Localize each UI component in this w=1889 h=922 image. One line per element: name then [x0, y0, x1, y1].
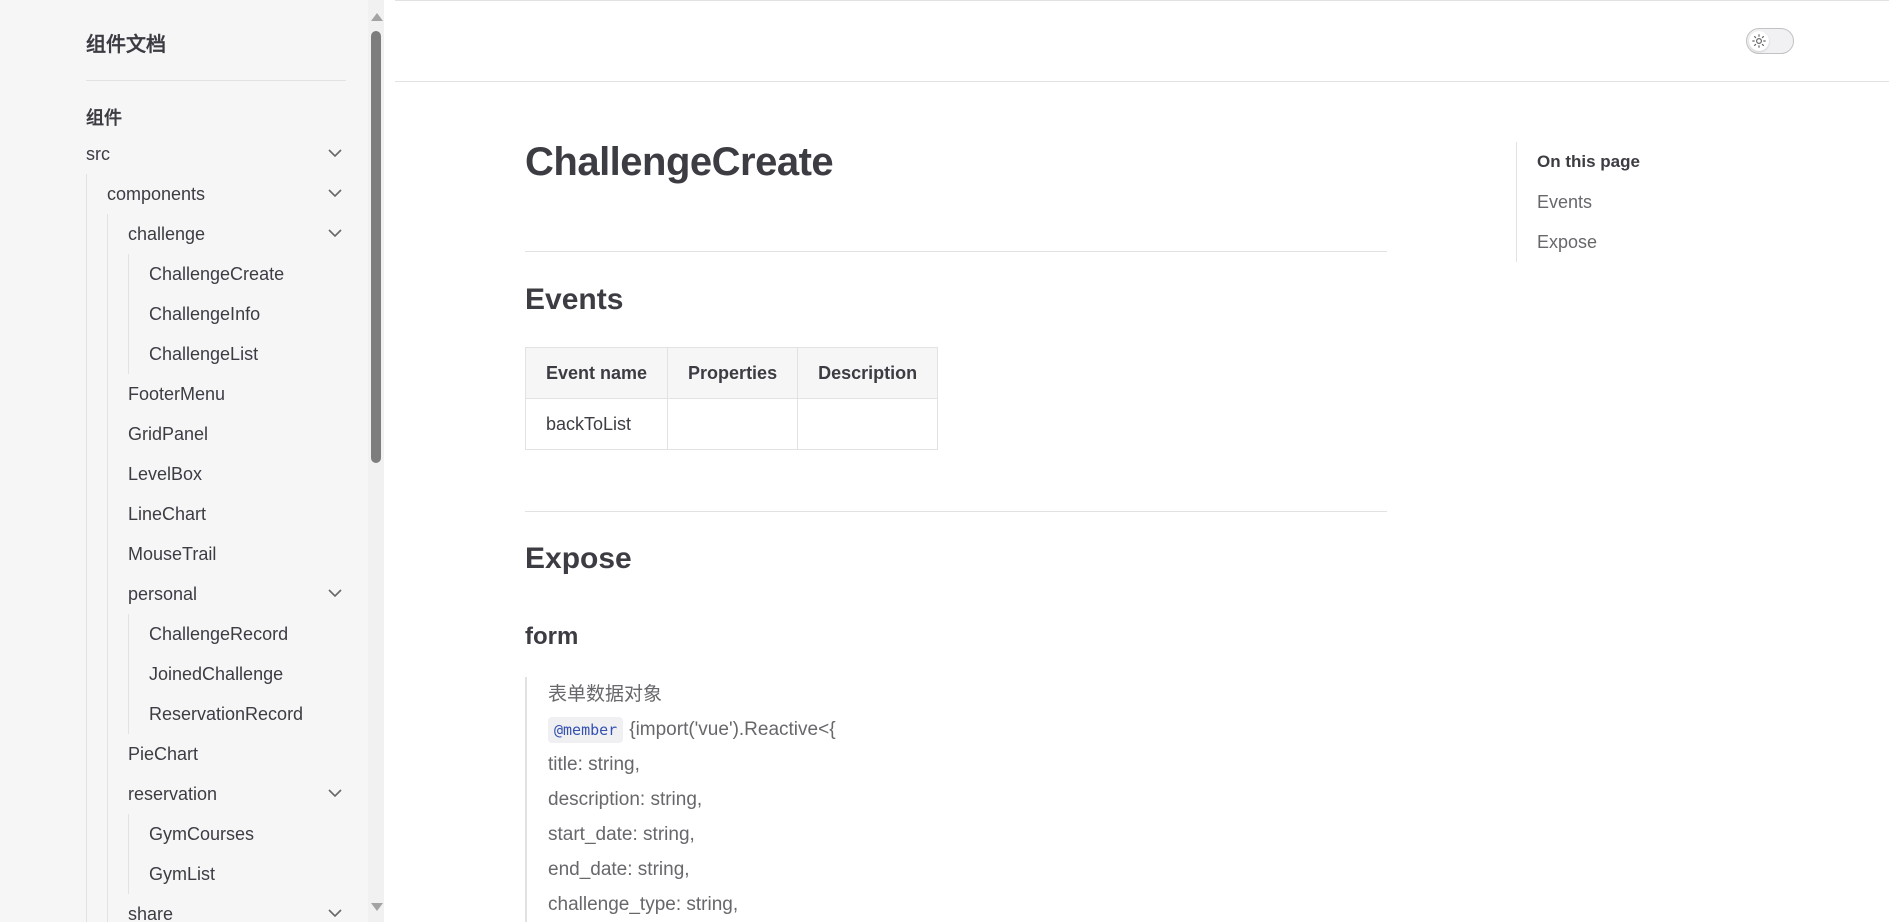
section-divider	[525, 511, 1387, 512]
field-line: title: string,	[548, 754, 640, 775]
sidebar-item-label: reservation	[128, 784, 218, 804]
sidebar-item-gridpanel[interactable]: GridPanel	[128, 414, 208, 454]
field-line: description: string,	[548, 789, 703, 810]
sidebar-item-challengecreate[interactable]: ChallengeCreate	[149, 254, 284, 294]
events-table: Event name Properties Description backTo…	[524, 347, 939, 450]
sidebar-item-footermenu[interactable]: FooterMenu	[128, 374, 225, 414]
nav-guide-reservation	[128, 814, 129, 894]
chevron-down-icon[interactable]	[328, 188, 342, 198]
sidebar-item-gymcourses[interactable]: GymCourses	[149, 814, 254, 854]
sidebar-item-label: PieChart	[128, 744, 199, 764]
sidebar-item-label: challenge	[128, 224, 206, 244]
table-cell: backToList	[524, 398, 669, 450]
sidebar: 组件文档 组件 src components challenge Challen…	[0, 0, 368, 922]
toggle-knob	[1749, 31, 1769, 51]
form-heading: form	[525, 623, 579, 650]
sidebar-item-label: ChallengeRecord	[149, 624, 289, 644]
sidebar-item-label: GridPanel	[128, 424, 209, 444]
nav-guide-personal	[128, 614, 129, 734]
table-header-cell: Event name	[524, 347, 669, 399]
sidebar-item-label: share	[128, 904, 174, 922]
sidebar-item-joinedchallenge[interactable]: JoinedChallenge	[149, 654, 283, 694]
scroll-down-arrow-icon[interactable]	[371, 903, 383, 911]
outline-link-events[interactable]: Events	[1537, 182, 1737, 222]
outline-link-expose[interactable]: Expose	[1537, 222, 1737, 262]
sidebar-item-label: FooterMenu	[128, 384, 226, 404]
nav-guide-src	[86, 174, 87, 922]
sidebar-section-title: 组件	[86, 108, 122, 128]
sidebar-item-label: LineChart	[128, 504, 207, 524]
sidebar-item-reservationrecord[interactable]: ReservationRecord	[149, 694, 303, 734]
sidebar-item-label: personal	[128, 584, 198, 604]
sidebar-item-mousetrail[interactable]: MouseTrail	[128, 534, 216, 574]
table-header-row: Event name Properties Description	[524, 347, 939, 399]
sidebar-item-label: JoinedChallenge	[149, 664, 284, 684]
sidebar-item-label: components	[107, 184, 206, 204]
scroll-up-arrow-icon[interactable]	[371, 13, 383, 21]
field-line: challenge_type: string,	[548, 894, 739, 915]
form-doc-blockquote: 表单数据对象 @member {import('vue').Reactive<{ …	[525, 677, 1048, 922]
field-line: end_date: string,	[548, 859, 690, 880]
sidebar-item-src[interactable]: src	[86, 134, 342, 174]
sidebar-item-label: ChallengeCreate	[149, 264, 285, 284]
sidebar-item-label: LevelBox	[128, 464, 203, 484]
field-line: start_date: string,	[548, 824, 695, 845]
sidebar-item-challengeinfo[interactable]: ChallengeInfo	[149, 294, 260, 334]
sidebar-item-label: ReservationRecord	[149, 704, 304, 724]
sidebar-item-share[interactable]: share	[128, 894, 342, 922]
sidebar-item-challenge[interactable]: challenge	[128, 214, 342, 254]
member-code-tag: @member	[548, 716, 624, 743]
nav-guide-challenge	[128, 254, 129, 374]
sidebar-item-label: MouseTrail	[128, 544, 217, 564]
sidebar-divider	[86, 80, 346, 81]
member-line: @member {import('vue').Reactive<{	[548, 712, 1048, 747]
sidebar-item-linechart[interactable]: LineChart	[128, 494, 206, 534]
site-title[interactable]: 组件文档	[86, 28, 166, 57]
sidebar-item-label: ChallengeInfo	[149, 304, 261, 324]
sidebar-item-label: ChallengeList	[149, 344, 259, 364]
sidebar-item-piechart[interactable]: PieChart	[128, 734, 198, 774]
events-heading: Events	[525, 283, 624, 316]
sidebar-item-personal[interactable]: personal	[128, 574, 342, 614]
form-description: 表单数据对象	[548, 684, 663, 705]
chevron-down-icon[interactable]	[328, 148, 342, 158]
scrollbar-thumb[interactable]	[371, 31, 381, 463]
outline-title: On this page	[1537, 152, 1640, 171]
chevron-down-icon[interactable]	[328, 588, 342, 598]
theme-toggle-switch[interactable]	[1746, 28, 1794, 54]
sidebar-item-reservation[interactable]: reservation	[128, 774, 342, 814]
table-cell	[797, 398, 939, 450]
section-divider	[525, 251, 1387, 252]
sidebar-scrollbar[interactable]	[368, 0, 384, 922]
sidebar-item-label: GymCourses	[149, 824, 255, 844]
page-title: ChallengeCreate	[525, 140, 834, 184]
sidebar-item-challengerecord[interactable]: ChallengeRecord	[149, 614, 288, 654]
member-type: {import('vue').Reactive<{	[629, 719, 836, 740]
chevron-down-icon[interactable]	[328, 908, 342, 918]
sidebar-item-components[interactable]: components	[107, 174, 342, 214]
table-cell	[667, 398, 799, 450]
nav-guide-components	[107, 214, 108, 922]
sidebar-item-label: src	[86, 144, 110, 164]
sidebar-item-challengelist[interactable]: ChallengeList	[149, 334, 258, 374]
table-header-cell: Description	[797, 347, 939, 399]
expose-heading: Expose	[525, 542, 632, 575]
top-nav-bar	[395, 0, 1889, 82]
sidebar-item-levelbox[interactable]: LevelBox	[128, 454, 202, 494]
sidebar-item-label: GymList	[149, 864, 216, 884]
sidebar-item-gymlist[interactable]: GymList	[149, 854, 215, 894]
table-row: backToList	[524, 398, 939, 450]
chevron-down-icon[interactable]	[328, 788, 342, 798]
chevron-down-icon[interactable]	[328, 228, 342, 238]
page-outline: On this page Events Expose	[1516, 142, 1737, 262]
table-header-cell: Properties	[667, 347, 799, 399]
